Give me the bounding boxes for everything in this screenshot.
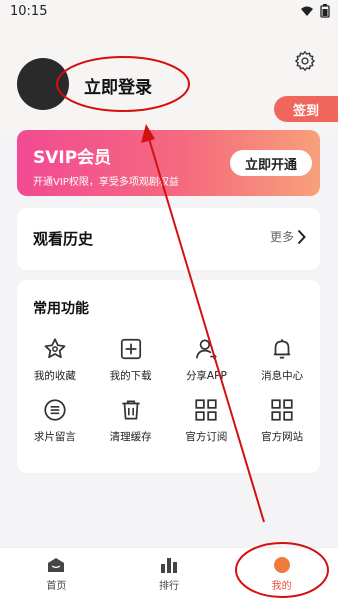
battery-icon [320, 4, 330, 18]
function-label: 求片留言 [33, 431, 76, 443]
checkin-button[interactable]: 签到 [274, 96, 338, 122]
ranking-icon [160, 558, 177, 573]
functions-grid: 我的收藏 我的下载 分享APP 消息中心 求片留言 清理缓存 官方订阅 官方网站 [17, 336, 320, 444]
bottom-tab-bar: 首页 排行 我的 [0, 547, 338, 601]
login-link[interactable]: 立即登录 [84, 73, 152, 98]
star-icon [44, 338, 66, 359]
more-label: 更多 [269, 230, 294, 244]
status-time: 10:15 [10, 4, 48, 19]
function-label: 分享APP [185, 370, 227, 382]
svip-subtitle: 开通VIP权限，享受多项观剧权益 [33, 177, 179, 188]
avatar[interactable] [17, 58, 69, 110]
svip-banner[interactable]: SVIP会员 开通VIP权限，享受多项观剧权益 立即开通 [17, 130, 320, 196]
function-favorites[interactable]: 我的收藏 [17, 336, 93, 383]
history-card: 观看历史 更多 [17, 208, 320, 270]
function-website[interactable]: 官方网站 [244, 397, 320, 444]
history-more-link[interactable]: 更多 [270, 228, 306, 245]
function-label: 我的下载 [109, 370, 152, 382]
qr-site-icon [271, 399, 293, 421]
function-share[interactable]: 分享APP [169, 336, 245, 383]
settings-button[interactable] [294, 50, 316, 76]
home-icon [48, 558, 65, 572]
tab-label: 我的 [271, 581, 292, 592]
functions-card: 常用功能 我的收藏 我的下载 分享APP 消息中心 求片留言 清理缓存 官方订阅… [17, 280, 320, 473]
bell-icon [274, 339, 291, 359]
tab-mine[interactable]: 我的 [225, 548, 338, 601]
gear-icon [295, 51, 315, 71]
qr-icon [195, 399, 217, 421]
function-clear-cache[interactable]: 清理缓存 [93, 397, 169, 444]
function-messages[interactable]: 消息中心 [244, 336, 320, 383]
tab-ranking[interactable]: 排行 [113, 548, 226, 601]
profile-dot-icon [273, 557, 290, 573]
function-label: 官方网站 [261, 431, 304, 443]
svip-open-button[interactable]: 立即开通 [230, 150, 312, 176]
chevron-right-icon [297, 229, 306, 244]
message-list-icon [44, 399, 66, 421]
tab-label: 排行 [158, 581, 179, 592]
function-label: 消息中心 [261, 370, 304, 382]
function-downloads[interactable]: 我的下载 [93, 336, 169, 383]
download-icon [120, 338, 141, 360]
function-subscribe[interactable]: 官方订阅 [169, 397, 245, 444]
function-label: 清理缓存 [109, 431, 152, 443]
functions-title: 常用功能 [33, 301, 89, 317]
function-label: 我的收藏 [33, 370, 76, 382]
svip-title: SVIP会员 [33, 148, 112, 168]
trash-icon [121, 400, 140, 420]
tab-home[interactable]: 首页 [0, 548, 113, 601]
history-title: 观看历史 [33, 230, 94, 248]
function-label: 官方订阅 [185, 431, 228, 443]
share-user-icon [196, 339, 218, 360]
function-request[interactable]: 求片留言 [17, 397, 93, 444]
tab-label: 首页 [46, 581, 67, 592]
wifi-icon [301, 6, 313, 16]
status-bar: 10:15 [0, 0, 338, 24]
